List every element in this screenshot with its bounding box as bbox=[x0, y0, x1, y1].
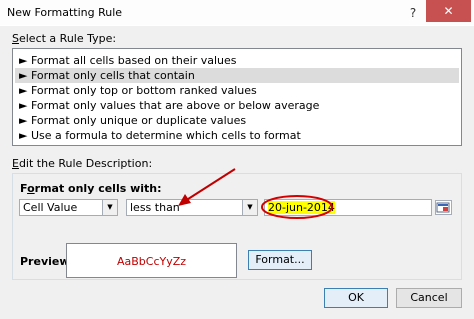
cancel-button[interactable]: Cancel bbox=[396, 288, 462, 308]
rule-type-item-unique-duplicate[interactable]: ► Format only unique or duplicate values bbox=[15, 113, 459, 128]
rule-type-item-above-below-average[interactable]: ► Format only values that are above or b… bbox=[15, 98, 459, 113]
rule-description-heading: Edit the Rule Description: bbox=[12, 157, 153, 170]
chevron-down-icon[interactable]: ▼ bbox=[242, 200, 257, 215]
format-button[interactable]: Format... bbox=[248, 250, 312, 270]
value-input-text: 20-jun-2014 bbox=[268, 201, 335, 214]
value-input[interactable]: 20-jun-2014 bbox=[264, 199, 432, 216]
rule-type-item-cells-that-contain[interactable]: ► Format only cells that contain bbox=[15, 68, 459, 83]
operator-dropdown-value: less than bbox=[130, 201, 180, 214]
collapse-dialog-icon bbox=[436, 202, 450, 213]
title-bar: New Formatting Rule ? ✕ bbox=[0, 0, 474, 26]
cell-value-dropdown-value: Cell Value bbox=[23, 201, 78, 214]
operator-dropdown[interactable]: less than ▼ bbox=[126, 199, 258, 216]
window-title: New Formatting Rule bbox=[7, 6, 123, 19]
rule-type-list[interactable]: ► Format all cells based on their values… bbox=[12, 48, 462, 146]
rule-type-item-all-cells[interactable]: ► Format all cells based on their values bbox=[15, 53, 459, 68]
new-formatting-rule-dialog: New Formatting Rule ? ✕ Select a Rule Ty… bbox=[0, 0, 474, 319]
rule-type-item-top-bottom[interactable]: ► Format only top or bottom ranked value… bbox=[15, 83, 459, 98]
cell-value-dropdown[interactable]: Cell Value ▼ bbox=[19, 199, 118, 216]
help-icon[interactable]: ? bbox=[404, 4, 422, 22]
preview-box: AaBbCcYyZz bbox=[66, 243, 237, 278]
close-button[interactable]: ✕ bbox=[426, 0, 471, 22]
format-only-cells-label: Format only cells with: bbox=[20, 182, 162, 195]
rule-type-item-formula[interactable]: ► Use a formula to determine which cells… bbox=[15, 128, 459, 143]
range-selector-button[interactable] bbox=[435, 200, 452, 215]
ok-button[interactable]: OK bbox=[324, 288, 388, 308]
rule-type-heading: Select a Rule Type: bbox=[12, 32, 117, 45]
chevron-down-icon[interactable]: ▼ bbox=[102, 200, 117, 215]
preview-sample-text: AaBbCcYyZz bbox=[116, 255, 187, 268]
